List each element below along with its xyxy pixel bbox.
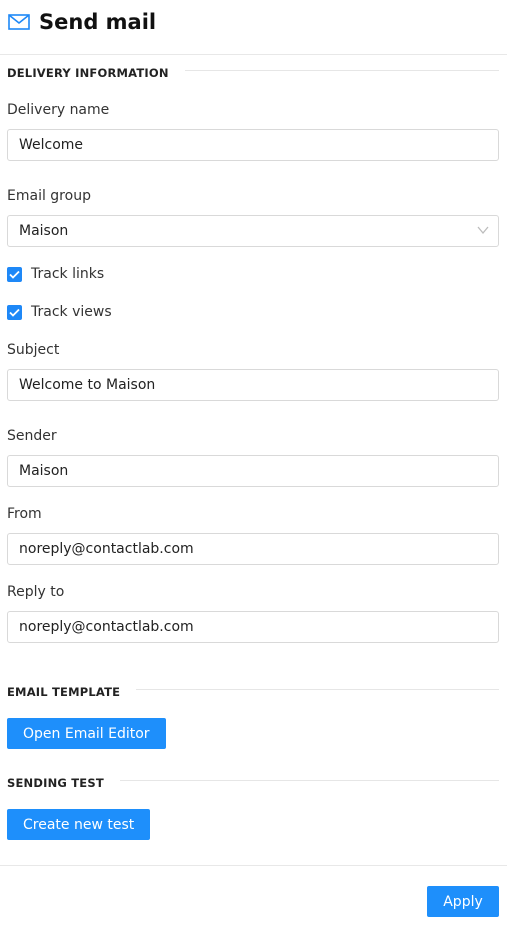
email-group-label: Email group: [7, 188, 91, 204]
apply-button[interactable]: Apply: [427, 886, 499, 917]
delivery-name-label: Delivery name: [7, 102, 110, 118]
track-views-label: Track views: [31, 304, 112, 320]
page-title: Send mail: [39, 10, 157, 34]
create-new-test-button[interactable]: Create new test: [7, 809, 151, 840]
track-links-label: Track links: [31, 266, 105, 282]
section-title: EMAIL TEMPLATE: [7, 685, 137, 699]
track-views-checkbox[interactable]: Track views: [7, 303, 112, 321]
from-input[interactable]: [7, 533, 499, 565]
section-title: DELIVERY INFORMATION: [7, 66, 185, 80]
subject-label: Subject: [7, 342, 60, 358]
chevron-down-icon: [477, 226, 489, 235]
sender-input[interactable]: [7, 455, 499, 487]
mail-icon: [8, 14, 30, 30]
header: Send mail: [0, 0, 507, 55]
reply-to-label: Reply to: [7, 584, 65, 600]
track-links-checkbox[interactable]: Track links: [7, 265, 104, 283]
open-email-editor-button[interactable]: Open Email Editor: [7, 718, 166, 749]
delivery-name-input[interactable]: [7, 129, 499, 161]
subject-input[interactable]: [7, 369, 499, 401]
checkbox-checked-icon[interactable]: [7, 304, 22, 320]
checkbox-checked-icon[interactable]: [7, 266, 22, 282]
section-title: SENDING TEST: [7, 776, 120, 790]
email-group-value[interactable]: Maison: [7, 215, 499, 247]
from-label: From: [7, 506, 42, 522]
email-group-select[interactable]: Maison: [7, 215, 499, 247]
sender-label: Sender: [7, 428, 57, 444]
reply-to-input[interactable]: [7, 611, 499, 643]
section-email-template: EMAIL TEMPLATE: [7, 681, 499, 699]
footer-divider: [0, 865, 507, 866]
section-delivery-information: DELIVERY INFORMATION: [7, 62, 499, 80]
section-sending-test: SENDING TEST: [7, 772, 499, 790]
